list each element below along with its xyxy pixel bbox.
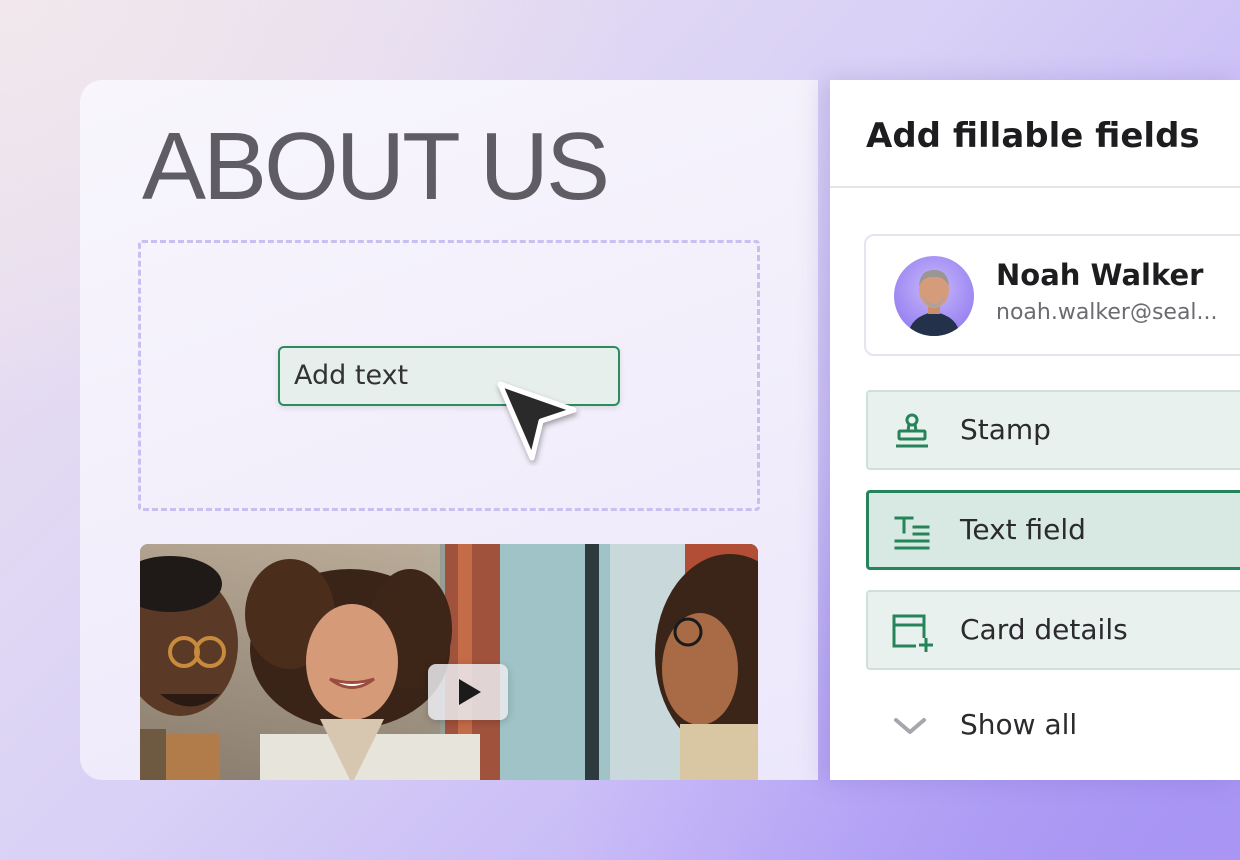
play-button[interactable] <box>428 664 508 720</box>
field-stamp-button[interactable]: Stamp <box>866 390 1240 470</box>
field-text-field-button[interactable]: Text field <box>866 490 1240 570</box>
stamp-icon <box>896 413 928 448</box>
document-canvas: ABOUT US Add text <box>80 80 818 780</box>
signer-name: Noah Walker <box>996 258 1204 292</box>
fillable-fields-panel: Add fillable fields Noah Walker noah.wal… <box>830 80 1240 780</box>
video-thumbnail[interactable] <box>140 544 758 780</box>
signer-card[interactable]: Noah Walker noah.walker@seal... <box>864 234 1240 356</box>
page-title: ABOUT US <box>142 113 610 220</box>
team-photo <box>140 544 758 780</box>
field-card-details-button[interactable]: Card details <box>866 590 1240 670</box>
field-label: Text field <box>960 513 1086 546</box>
field-label: Stamp <box>960 413 1051 446</box>
signer-email: noah.walker@seal... <box>996 300 1218 325</box>
card-details-icon <box>892 614 933 652</box>
field-label: Card details <box>960 613 1128 646</box>
panel-title: Add fillable fields <box>830 80 1240 188</box>
avatar <box>894 256 974 336</box>
chevron-down-icon <box>894 718 926 734</box>
show-all-button[interactable]: Show all <box>866 682 1236 762</box>
show-all-label: Show all <box>960 708 1078 741</box>
text-field-icon <box>894 516 930 550</box>
mouse-cursor-icon <box>497 381 577 461</box>
